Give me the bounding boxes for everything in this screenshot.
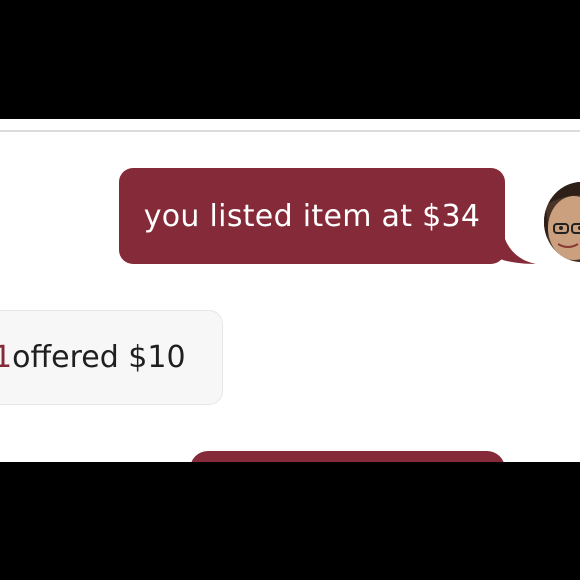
user-avatar[interactable]: [544, 182, 580, 262]
top-letterbox: [0, 0, 580, 119]
bottom-letterbox: [0, 462, 580, 580]
message-bubble-sent[interactable]: you listed item at $34: [119, 168, 505, 264]
offer-user-link[interactable]: 1: [0, 340, 12, 375]
message-bubble-sent[interactable]: [190, 451, 505, 462]
message-bubble-received[interactable]: 1 offered $10: [0, 310, 223, 405]
header-divider: [0, 130, 580, 132]
message-text: you listed item at $34: [143, 198, 481, 234]
message-text: offered $10: [12, 340, 186, 375]
screen: you listed item at $34 1 offered $10: [0, 0, 580, 580]
bubble-tail-icon: [488, 226, 536, 264]
chat-thread[interactable]: you listed item at $34 1 offered $10: [0, 119, 580, 462]
avatar-photo-icon: [544, 182, 580, 262]
